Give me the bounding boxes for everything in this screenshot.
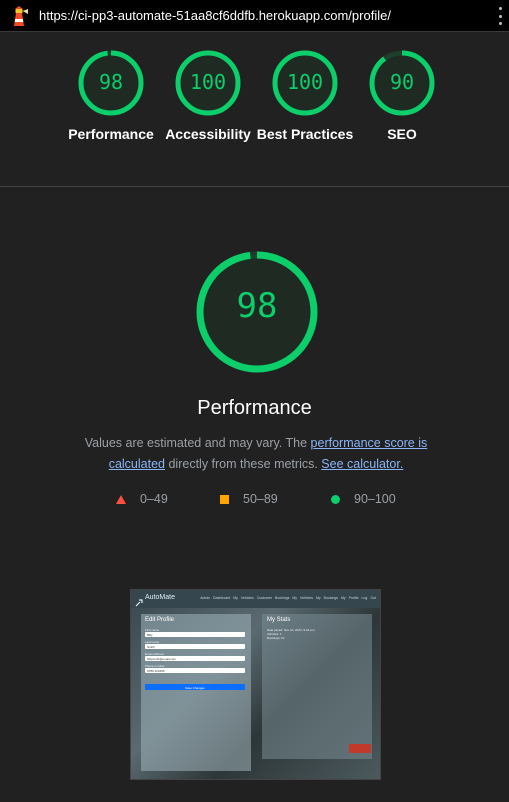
edit-profile-title: Edit Profile xyxy=(145,617,175,623)
final-screenshot[interactable]: AutoMate Admin Dashboard My Vehicles Cus… xyxy=(130,589,381,780)
gauge-label: Performance xyxy=(68,126,154,142)
gauge-label: SEO xyxy=(387,126,417,142)
gauge-best-practices[interactable]: 100 Best Practices xyxy=(250,50,360,144)
field-value: 0789 123456 xyxy=(147,669,165,673)
save-changes-label: Save Changes xyxy=(185,685,205,690)
page-url: https://ci-pp3-automate-51aa8cf6ddfb.her… xyxy=(39,8,391,23)
edit-profile-card xyxy=(141,614,251,771)
square-icon xyxy=(220,494,229,504)
see-calculator-link[interactable]: See calculator. xyxy=(321,457,403,471)
field-input: Billy xyxy=(145,632,245,637)
screenshot-car-detail xyxy=(349,744,371,753)
divider xyxy=(0,186,509,187)
kebab-menu-icon[interactable] xyxy=(495,7,505,25)
browser-topbar: https://ci-pp3-automate-51aa8cf6ddfb.her… xyxy=(0,0,509,32)
legend-average-label: 50–89 xyxy=(243,492,278,506)
screenshot-navbar: AutoMate Admin Dashboard My Vehicles Cus… xyxy=(131,590,380,608)
circle-icon xyxy=(331,494,340,504)
field-value: billysmith@email.com xyxy=(147,657,177,661)
lighthouse-icon xyxy=(14,6,28,26)
field-input: 0789 123456 xyxy=(145,668,245,673)
gauge-score: 100 xyxy=(189,70,227,94)
field-input: billysmith@email.com xyxy=(145,656,245,661)
main-score: 98 xyxy=(236,286,278,326)
legend-fail: 0–49 xyxy=(116,492,168,506)
desc-text: directly from these metrics. xyxy=(165,457,322,471)
main-title: Performance xyxy=(197,397,312,419)
save-changes-button: Save Changes xyxy=(145,684,245,690)
gauge-score: 90 xyxy=(389,70,415,94)
gauge-performance[interactable]: 98 Performance xyxy=(56,50,166,144)
legend-fail-label: 0–49 xyxy=(140,492,168,506)
legend-pass-label: 90–100 xyxy=(354,492,396,506)
screenshot-brand: AutoMate xyxy=(145,594,175,601)
field-value: Smith xyxy=(147,645,155,649)
field-value: Billy xyxy=(147,633,153,637)
wrench-icon xyxy=(135,594,143,607)
stat-line: Bookings: 10 xyxy=(267,636,285,640)
gauge-score: 98 xyxy=(98,70,124,94)
field-input: Smith xyxy=(145,644,245,649)
screenshot-nav-links: Admin Dashboard My Vehicles Customer Boo… xyxy=(200,596,376,600)
performance-description: Values are estimated and may vary. The p… xyxy=(60,433,452,475)
gauge-label: Accessibility xyxy=(165,126,251,142)
score-legend: 0–49 50–89 90–100 xyxy=(0,490,509,510)
gauge-label: Best Practices xyxy=(256,126,354,142)
legend-pass: 90–100 xyxy=(331,492,396,506)
legend-average: 50–89 xyxy=(220,492,278,506)
main-gauge: 98 xyxy=(195,250,319,374)
gauge-score: 100 xyxy=(286,70,324,94)
gauge-seo[interactable]: 90 SEO xyxy=(347,50,457,144)
category-gauges: 98 Performance 100 Accessibility 100 Bes… xyxy=(0,50,509,180)
my-stats-title: My Stats xyxy=(267,617,291,623)
triangle-icon xyxy=(116,494,126,504)
desc-text: Values are estimated and may vary. The xyxy=(84,436,311,450)
gauge-accessibility[interactable]: 100 Accessibility xyxy=(153,50,263,144)
